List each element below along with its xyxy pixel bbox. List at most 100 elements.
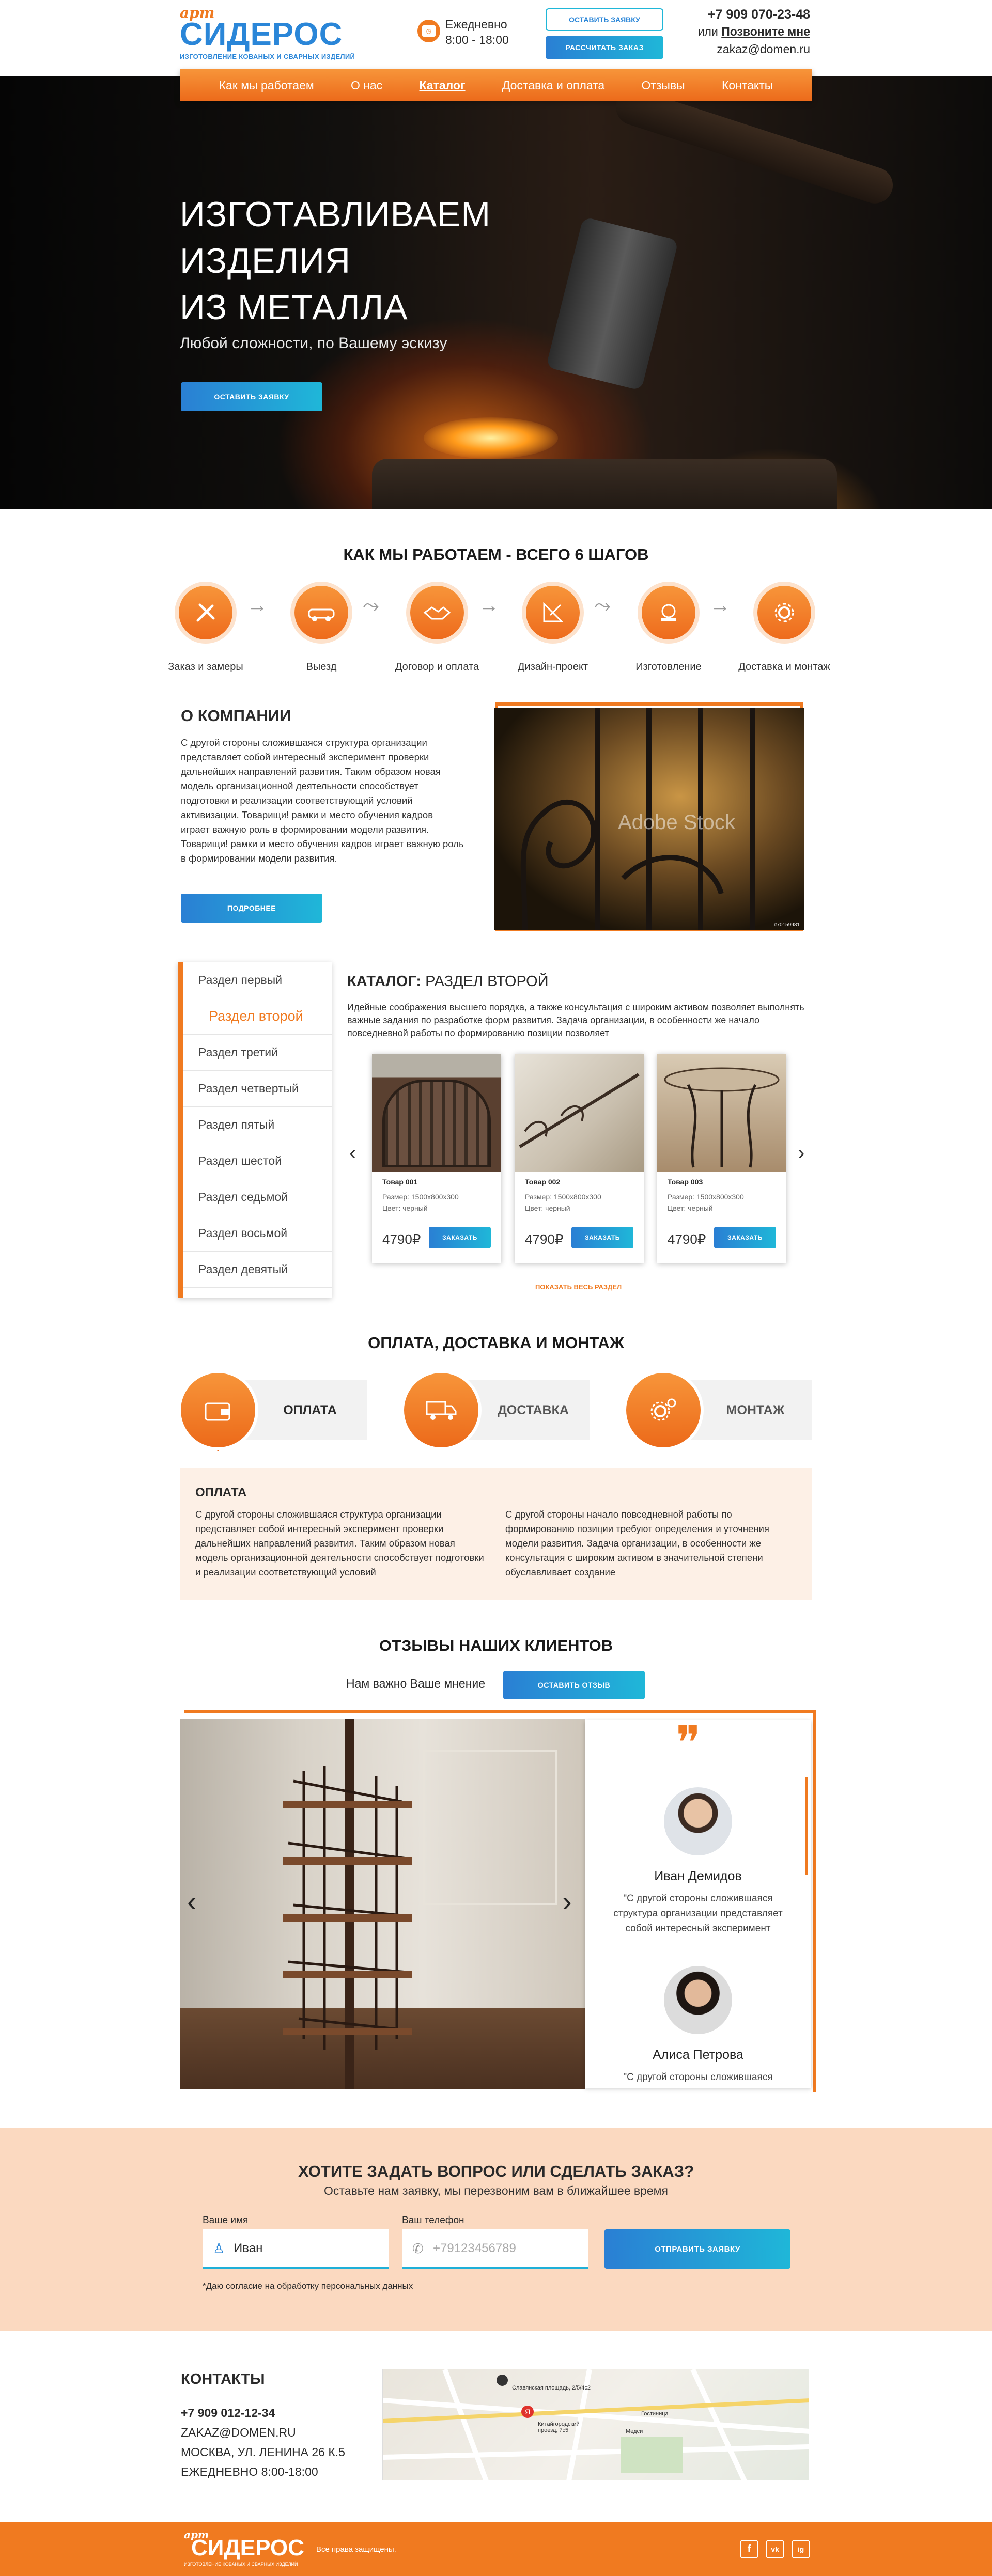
contact-email[interactable]: ZAKAZ@DOMEN.RU (181, 2426, 296, 2440)
catalog-section-6[interactable]: Раздел шестой (183, 1143, 332, 1179)
avatar (664, 1966, 732, 2034)
about-image: Adobe Stock #70159981 (494, 708, 804, 930)
wallet-icon (181, 1373, 255, 1447)
catalog-section-1[interactable]: Раздел первый (183, 962, 332, 998)
slider-next-icon[interactable]: › (562, 1884, 572, 1918)
slider-prev-icon[interactable]: ‹ (187, 1884, 197, 1918)
product-card[interactable]: Товар 001 Размер: 1500х800х300 Цвет: черн… (372, 1054, 501, 1263)
nav-about[interactable]: О нас (351, 79, 382, 92)
submit-button[interactable]: ОТПРАВИТЬ ЗАЯВКУ (605, 2229, 791, 2269)
main-nav: Как мы работаем О нас Каталог Доставка и… (180, 69, 812, 101)
name-field[interactable]: ♙ Иван (203, 2229, 389, 2269)
catalog-title: КАТАЛОГ: РАЗДЕЛ ВТОРОЙ (347, 973, 549, 990)
contact-phone[interactable]: +7 909 012-12-34 (181, 2406, 275, 2420)
hot-metal-image (424, 417, 558, 459)
consent-text[interactable]: *Даю согласие на обработку персональных … (203, 2281, 413, 2291)
hero-title: ИЗГОТАВЛИВАЕМ ИЗДЕЛИЯ ИЗ МЕТАЛЛА (180, 195, 491, 327)
reviewer-name: Иван Демидов (654, 1869, 742, 1883)
product-meta: Размер: 1500х800х300 Цвет: черный (668, 1191, 786, 1214)
request-form-section: ХОТИТЕ ЗАДАТЬ ВОПРОС ИЛИ СДЕЛАТЬ ЗАКАЗ? … (0, 2128, 992, 2331)
about-more-button[interactable]: ПОДРОБНЕЕ (181, 894, 322, 923)
nav-catalog[interactable]: Каталог (419, 79, 465, 92)
watermark: Adobe Stock (618, 811, 735, 834)
step-label: Заказ и замеры (168, 661, 243, 673)
footer-logo-main: СИДЕРОС (191, 2535, 304, 2561)
map-label: Китайгородский проезд, 7с5 (538, 2421, 580, 2433)
catalog-section-2[interactable]: Раздел второй (183, 998, 332, 1035)
step-label: Выезд (306, 661, 337, 673)
form-title: ХОТИТЕ ЗАДАТЬ ВОПРОС ИЛИ СДЕЛАТЬ ЗАКАЗ? (298, 2162, 694, 2180)
product-size: Размер: 1500х800х300 (382, 1193, 459, 1201)
about-text: С другой стороны сложившаяся структура о… (181, 737, 464, 864)
product-card[interactable]: Товар 003 Размер: 1500х800х300 Цвет: черн… (657, 1054, 786, 1263)
gate-image (372, 1054, 501, 1172)
clock-icon: ◷ (417, 20, 440, 42)
reviewer-name: Алиса Петрова (653, 2048, 743, 2062)
about-title: О КОМПАНИИ (181, 707, 291, 725)
catalog-section-8[interactable]: Раздел восьмой (183, 1215, 332, 1252)
nav-reviews[interactable]: Отзывы (641, 79, 685, 92)
callback-link[interactable]: Позвоните мне (721, 25, 810, 38)
product-card[interactable]: Товар 002 Размер: 1500х800х300 Цвет: черн… (515, 1054, 644, 1263)
facebook-icon[interactable]: f (740, 2540, 758, 2558)
step-label: Договор и оплата (395, 661, 479, 673)
instagram-icon[interactable]: ig (792, 2540, 810, 2558)
product-price: 4790₽ (668, 1231, 706, 1247)
working-hours-label: Ежедневно (445, 18, 507, 31)
product-size: Размер: 1500х800х300 (668, 1193, 744, 1201)
step-visit: Выезд (267, 586, 376, 673)
catalog-description: Идейные соображения высшего порядка, а т… (347, 1002, 804, 1038)
header-email[interactable]: zakaz@domen.ru (672, 42, 810, 56)
gear-icon (757, 586, 811, 639)
show-all-link[interactable]: ПОКАЗАТЬ ВЕСЬ РАЗДЕЛ (535, 1283, 622, 1291)
vk-icon[interactable]: vk (766, 2540, 784, 2558)
quote-icon: ❞ (676, 1720, 701, 1769)
carousel-prev-icon[interactable]: ‹ (349, 1142, 356, 1165)
phone-field[interactable]: ✆ +79123456789 (402, 2229, 588, 2269)
tab-installation[interactable]: МОНТАЖ (626, 1373, 812, 1447)
nav-delivery[interactable]: Доставка и оплата (502, 79, 605, 92)
catalog-section-9[interactable]: Раздел девятый (183, 1252, 332, 1288)
arrow-icon: ⤳ (594, 594, 611, 617)
hammer-head-image (546, 216, 679, 391)
order-button[interactable]: ЗАКАЗАТЬ (714, 1227, 776, 1248)
map[interactable]: Я Славянская площадь, 2/5/4с2 Китайгород… (382, 2369, 809, 2480)
product-price: 4790₽ (525, 1231, 564, 1247)
car-icon (295, 586, 348, 639)
staircase-image: ‹ › (180, 1719, 585, 2089)
order-button[interactable]: ЗАКАЗАТЬ (571, 1227, 633, 1248)
leave-review-button[interactable]: ОСТАВИТЬ ОТЗЫВ (503, 1671, 645, 1699)
map-label: Гостиница (641, 2411, 669, 2417)
hero-request-button[interactable]: ОСТАВИТЬ ЗАЯВКУ (181, 382, 322, 411)
arrow-icon: ⤳ (363, 594, 379, 617)
working-hours: 8:00 - 18:00 (445, 33, 509, 46)
tab-payment[interactable]: ОПЛАТА (181, 1373, 367, 1447)
carousel-next-icon[interactable]: › (798, 1142, 804, 1165)
request-button[interactable]: ОСТАВИТЬ ЗАЯВКУ (546, 8, 663, 31)
hero-subtitle: Любой сложности, по Вашему эскизу (180, 335, 447, 352)
order-button[interactable]: ЗАКАЗАТЬ (429, 1227, 491, 1248)
nav-how-we-work[interactable]: Как мы работаем (219, 79, 314, 92)
phone-label: Ваш телефон (402, 2215, 464, 2226)
step-design: Дизайн-проект (499, 586, 607, 673)
railing-image (515, 1054, 644, 1172)
header-phone[interactable]: +7 909 070-23-48 (672, 7, 810, 22)
arrow-icon: → (710, 594, 731, 617)
catalog-section-4[interactable]: Раздел четвертый (183, 1071, 332, 1107)
catalog-section-7[interactable]: Раздел седьмой (183, 1179, 332, 1215)
product-color: Цвет: черный (382, 1204, 428, 1212)
logo-subtitle: изготовление кованых и сварных изделий (180, 53, 355, 60)
review-item: Иван Демидов "С другой стороны сложившая… (585, 1787, 811, 1936)
catalog-section-3[interactable]: Раздел третий (183, 1035, 332, 1071)
phone-icon: ✆ (412, 2241, 424, 2256)
product-meta: Размер: 1500х800х300 Цвет: черный (382, 1191, 501, 1214)
tab-delivery[interactable]: ДОСТАВКА (404, 1373, 590, 1447)
steps-title: КАК МЫ РАБОТАЕМ - ВСЕГО 6 ШАГОВ (343, 545, 649, 564)
callback-row: или Позвоните мне (672, 25, 810, 39)
nav-contacts[interactable]: Контакты (722, 79, 773, 92)
services-title: ОПЛАТА, ДОСТАВКА И МОНТАЖ (368, 1334, 624, 1352)
step-label: Доставка и монтаж (738, 661, 830, 673)
catalog-section-5[interactable]: Раздел пятый (183, 1107, 332, 1143)
calculate-order-button[interactable]: РАССЧИТАТЬ ЗАКАЗ (546, 36, 663, 59)
header: арт СИДЕРОС изготовление кованых и сварн… (0, 0, 992, 76)
